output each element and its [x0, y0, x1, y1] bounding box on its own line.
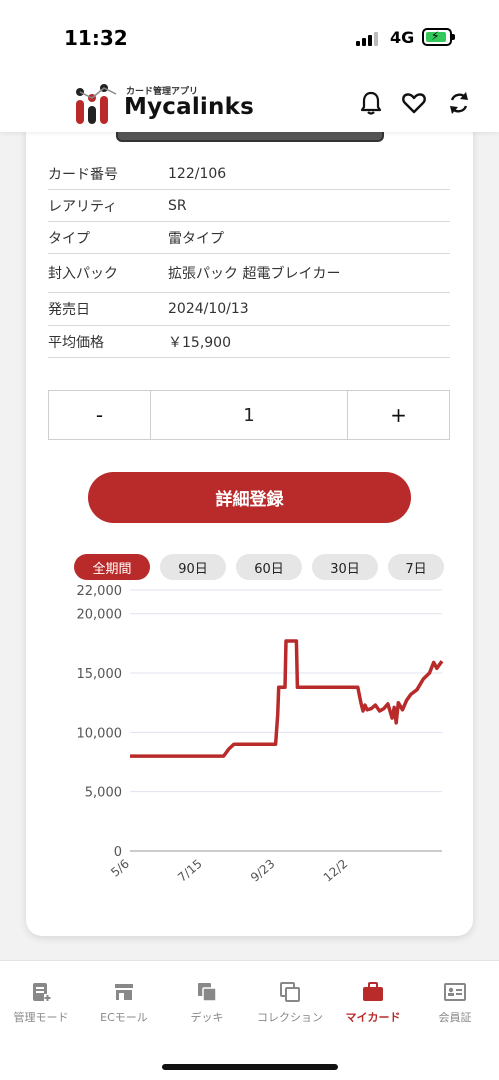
- nav-label: 管理モード: [13, 1011, 69, 1024]
- decrement-button[interactable]: -: [49, 391, 150, 439]
- increment-button[interactable]: +: [348, 391, 449, 439]
- nav-label: 会員証: [438, 1011, 472, 1024]
- logo-icon: [76, 84, 117, 124]
- battery-icon: ⚡: [422, 28, 455, 46]
- quantity-stepper: - 1 +: [48, 390, 450, 440]
- nav-label: コレクション: [257, 1011, 323, 1024]
- info-label: カード番号: [48, 166, 118, 183]
- period-all[interactable]: 全期間: [74, 554, 150, 580]
- signal-icon: [356, 30, 380, 46]
- period-90d[interactable]: 90日: [160, 554, 226, 580]
- nav-manage-mode[interactable]: 管理モード: [1, 981, 81, 1025]
- logo-text: Mycalinks: [124, 94, 254, 120]
- home-indicator: [162, 1064, 338, 1070]
- nav-ec-mall[interactable]: ECモール: [84, 981, 164, 1025]
- nav-label: ECモール: [100, 1011, 148, 1024]
- nav-deck[interactable]: デッキ: [167, 981, 247, 1025]
- nav-my-cards[interactable]: マイカード: [333, 981, 413, 1025]
- info-value: 雷タイプ: [168, 230, 224, 247]
- y-tick-label: 10,000: [77, 726, 123, 741]
- status-bar: 11:32 4G ⚡: [0, 0, 499, 72]
- info-label: 平均価格: [48, 334, 104, 351]
- card-detail-panel: カード番号 122/106 レアリティ SR タイプ 雷タイプ 封入パック 拡張…: [26, 110, 473, 936]
- app-header: カード管理アプリ Mycalinks: [0, 72, 499, 132]
- info-label: 封入パック: [48, 266, 118, 282]
- x-tick-label: 12/2: [321, 857, 351, 885]
- x-tick-label: 7/15: [175, 857, 205, 885]
- member-card-icon: [444, 983, 466, 1001]
- status-time: 11:32: [64, 26, 128, 50]
- info-label: レアリティ: [48, 198, 118, 215]
- store-icon: [115, 984, 133, 1000]
- x-tick-label: 9/23: [248, 857, 278, 885]
- manage-icon: [33, 983, 51, 1001]
- network-label: 4G: [390, 28, 415, 47]
- info-row-average-price: 平均価格 ￥15,900: [48, 326, 450, 358]
- y-tick-label: 5,000: [85, 786, 122, 801]
- y-tick-label: 20,000: [77, 608, 123, 623]
- info-value: 2024/10/13: [168, 301, 249, 317]
- price-series-line: [130, 639, 444, 758]
- info-row-release-date: 発売日 2024/10/13: [48, 293, 450, 326]
- info-row-card-number: カード番号 122/106: [48, 158, 450, 190]
- period-7d[interactable]: 7日: [388, 554, 444, 580]
- info-row-pack: 封入パック 拡張パック 超電ブレイカー: [48, 254, 450, 293]
- info-value: 122/106: [168, 165, 227, 182]
- nav-collection[interactable]: コレクション: [250, 981, 330, 1025]
- nav-member-card[interactable]: 会員証: [415, 981, 495, 1025]
- deck-icon: [198, 983, 217, 1002]
- info-value: 拡張パック 超電ブレイカー: [168, 266, 341, 282]
- nav-label: デッキ: [190, 1011, 224, 1024]
- detail-register-button[interactable]: 詳細登録: [88, 472, 411, 523]
- info-row-type: タイプ 雷タイプ: [48, 222, 450, 254]
- briefcase-icon: [363, 982, 383, 1001]
- quantity-value[interactable]: 1: [150, 391, 348, 439]
- bottom-nav: 管理モード ECモール デッキ コレクション マイカード 会員証: [0, 960, 499, 1080]
- period-30d[interactable]: 30日: [312, 554, 378, 580]
- info-row-rarity: レアリティ SR: [48, 190, 450, 222]
- card-info-table: カード番号 122/106 レアリティ SR タイプ 雷タイプ 封入パック 拡張…: [48, 158, 450, 358]
- info-label: 発売日: [48, 302, 90, 318]
- bell-icon[interactable]: [358, 90, 384, 116]
- nav-label: マイカード: [345, 1011, 401, 1024]
- heart-icon[interactable]: [401, 90, 427, 116]
- y-tick-label: 15,000: [77, 667, 123, 682]
- period-60d[interactable]: 60日: [236, 554, 302, 580]
- period-filter: 全期間 90日 60日 30日 7日: [74, 554, 454, 580]
- x-tick-label: 5/6: [108, 857, 132, 880]
- sync-icon[interactable]: [446, 90, 472, 116]
- price-history-chart: 05,00010,00015,00020,00022,0005/6 7/15 9/2…: [77, 584, 444, 885]
- info-label: タイプ: [48, 230, 90, 247]
- collection-icon: [280, 982, 300, 1002]
- info-value: SR: [168, 197, 187, 214]
- y-tick-label: 22,000: [77, 584, 123, 599]
- info-value: ￥15,900: [168, 334, 231, 351]
